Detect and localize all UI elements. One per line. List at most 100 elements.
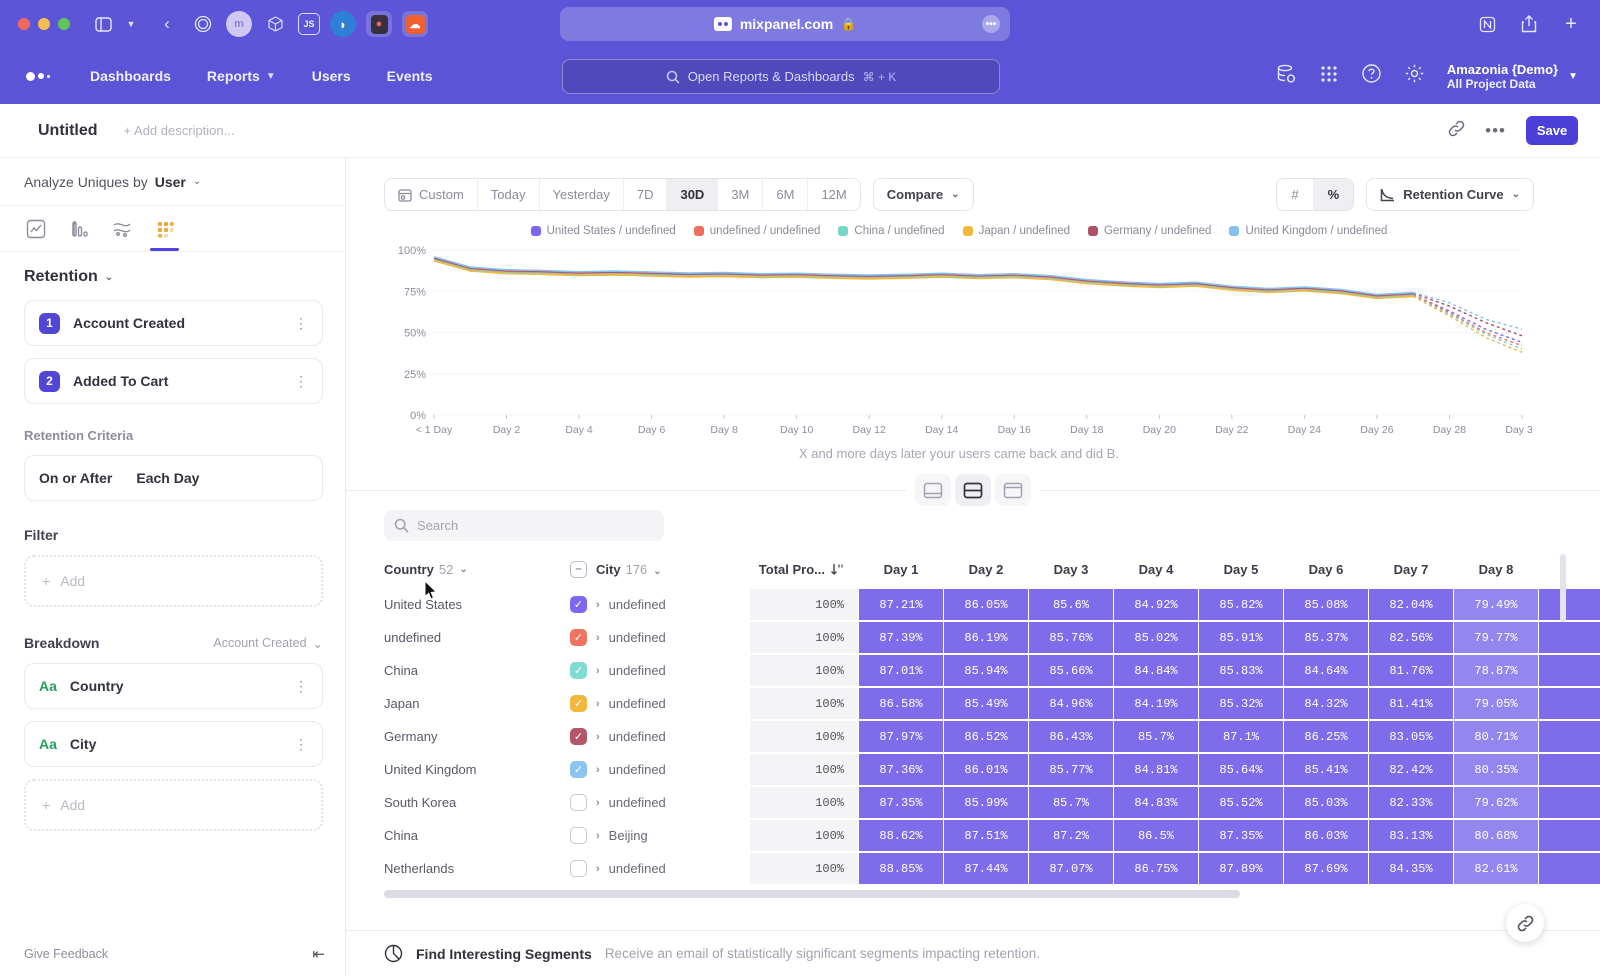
kebab-menu-icon[interactable]: ⋮ [294, 678, 308, 695]
legend-item[interactable]: Japan / undefined [963, 225, 1070, 237]
sidebar-toggle-icon[interactable] [90, 11, 116, 37]
retention-cell[interactable]: 84.92% [1114, 589, 1198, 620]
tab-flows[interactable] [100, 206, 143, 251]
retention-cell[interactable]: 84.35% [1369, 853, 1453, 884]
table-row[interactable]: Netherlands›undefined100%88.85%87.44%87.… [384, 853, 1600, 884]
project-selector[interactable]: Amazonia {Demo}All Project Data ▼ [1447, 62, 1578, 91]
breakdown-property[interactable]: City [70, 736, 96, 752]
table-search-input[interactable]: Search [384, 510, 664, 541]
tab-funnels[interactable] [57, 206, 100, 251]
expand-chevron-icon[interactable]: › [596, 764, 600, 776]
expand-chevron-icon[interactable]: › [596, 632, 600, 644]
copy-link-icon[interactable] [1448, 120, 1465, 142]
retention-criteria-card[interactable]: On or After Each Day [24, 455, 323, 501]
retention-cell[interactable]: 85.64% [1199, 754, 1283, 785]
retention-cell[interactable]: 86.5% [1114, 820, 1198, 851]
retention-cell[interactable]: 87.35% [859, 787, 943, 818]
table-row[interactable]: Japan✓›undefined100%86.58%85.49%84.96%84… [384, 688, 1600, 719]
zoom-window-button[interactable] [58, 18, 70, 30]
tab-insights[interactable] [14, 206, 57, 251]
retention-cell[interactable]: 83.05% [1369, 721, 1453, 752]
retention-cell[interactable]: 86.01% [944, 754, 1028, 785]
table-row[interactable]: China›Beijing100%88.62%87.51%87.2%86.5%8… [384, 820, 1600, 851]
expand-chevron-icon[interactable]: › [596, 797, 600, 809]
share-icon[interactable] [1516, 11, 1542, 37]
legend-item[interactable]: undefined / undefined [694, 225, 821, 237]
retention-cell[interactable]: 84.81% [1114, 754, 1198, 785]
retention-cell[interactable]: 85.91% [1199, 622, 1283, 653]
legend-item[interactable]: United States / undefined [531, 225, 676, 237]
retention-cell[interactable]: 80.35% [1454, 754, 1538, 785]
retention-cell[interactable]: 86.03% [1284, 820, 1368, 851]
retention-cell[interactable]: 85.76% [1029, 622, 1113, 653]
retention-cell[interactable]: 87.89% [1199, 853, 1283, 884]
retention-cell[interactable]: 86.58% [859, 688, 943, 719]
minimize-window-button[interactable] [38, 18, 50, 30]
row-checkbox[interactable]: ✓ [570, 695, 587, 712]
mixpanel-logo[interactable] [26, 72, 50, 81]
percent-mode-button[interactable]: % [1314, 179, 1354, 210]
retention-cell[interactable]: 85.94% [944, 655, 1028, 686]
table-row[interactable]: China✓›undefined100%87.01%85.94%85.66%84… [384, 655, 1600, 686]
retention-cell[interactable]: 87.07% [1029, 853, 1113, 884]
criteria-window[interactable]: Each Day [136, 470, 199, 486]
range-7d[interactable]: 7D [624, 179, 668, 210]
global-search-input[interactable]: Open Reports & Dashboards ⌘ + K [562, 59, 1000, 94]
row-checkbox[interactable] [570, 827, 587, 844]
retention-cell[interactable]: 79.49% [1454, 589, 1538, 620]
retention-step-card[interactable]: 1Account Created⋮ [24, 300, 323, 346]
save-button[interactable]: Save [1526, 116, 1578, 145]
retention-cell[interactable]: 82.56% [1369, 622, 1453, 653]
expand-chevron-icon[interactable]: › [596, 599, 600, 611]
retention-cell[interactable]: 87.69% [1284, 853, 1368, 884]
retention-cell[interactable]: 85.83% [1199, 655, 1283, 686]
retention-cell[interactable]: 82.33% [1369, 787, 1453, 818]
breakdown-card[interactable]: AaCity⋮ [24, 721, 323, 767]
retention-step-card[interactable]: 2Added To Cart⋮ [24, 358, 323, 404]
nav-item-reports[interactable]: Reports▼ [207, 68, 276, 84]
retention-cell[interactable]: 85.49% [944, 688, 1028, 719]
bird-extension-icon[interactable]: ◗ [330, 11, 356, 37]
retention-cell[interactable]: 85.02% [1114, 622, 1198, 653]
retention-cell[interactable]: 82.42% [1369, 754, 1453, 785]
sidebar-chevron-icon[interactable]: ▼ [118, 11, 144, 37]
report-title[interactable]: Untitled [38, 122, 98, 140]
row-checkbox[interactable] [570, 860, 587, 877]
range-3m[interactable]: 3M [718, 179, 763, 210]
address-more-icon[interactable]: ••• [982, 15, 1000, 33]
expand-chevron-icon[interactable]: › [596, 698, 600, 710]
retention-cell[interactable]: 85.08% [1284, 589, 1368, 620]
retention-cell[interactable]: 85.66% [1029, 655, 1113, 686]
compare-button[interactable]: Compare⌄ [873, 178, 974, 211]
back-icon[interactable]: ‹ [154, 11, 180, 37]
address-bar[interactable]: mixpanel.com 🔒 ••• [560, 7, 1010, 41]
retention-cell[interactable]: 84.19% [1114, 688, 1198, 719]
retention-cell[interactable]: 86.43% [1029, 721, 1113, 752]
retention-cell[interactable]: 84.83% [1114, 787, 1198, 818]
expand-chevron-icon[interactable]: › [596, 830, 600, 842]
retention-cell[interactable]: 85.77% [1029, 754, 1113, 785]
retention-cell[interactable]: 82.04% [1369, 589, 1453, 620]
retention-section-header[interactable]: Retention⌄ [24, 268, 323, 286]
share-link-fab[interactable] [1506, 904, 1544, 942]
retention-cell[interactable]: 85.6% [1029, 589, 1113, 620]
retention-cell[interactable]: 85.41% [1284, 754, 1368, 785]
legend-item[interactable]: United Kingdom / undefined [1229, 225, 1387, 237]
target-extension-icon[interactable] [190, 11, 216, 37]
retention-cell[interactable]: 85.7% [1029, 787, 1113, 818]
row-checkbox[interactable] [570, 794, 587, 811]
retention-cell[interactable]: 87.1% [1199, 721, 1283, 752]
range-30d[interactable]: 30D [667, 179, 718, 210]
retention-cell[interactable]: 85.32% [1199, 688, 1283, 719]
kebab-menu-icon[interactable]: ⋮ [294, 315, 308, 332]
retention-cell[interactable]: 87.21% [859, 589, 943, 620]
retention-cell[interactable]: 87.51% [944, 820, 1028, 851]
add-breakdown-button[interactable]: +Add [24, 779, 323, 831]
retention-cell[interactable]: 86.52% [944, 721, 1028, 752]
retention-cell[interactable]: 84.64% [1284, 655, 1368, 686]
retention-cell[interactable]: 81.76% [1369, 655, 1453, 686]
expand-chevron-icon[interactable]: › [596, 731, 600, 743]
absolute-mode-button[interactable]: # [1277, 179, 1313, 210]
settings-gear-icon[interactable] [1404, 63, 1425, 89]
retention-cell[interactable]: 87.39% [859, 622, 943, 653]
